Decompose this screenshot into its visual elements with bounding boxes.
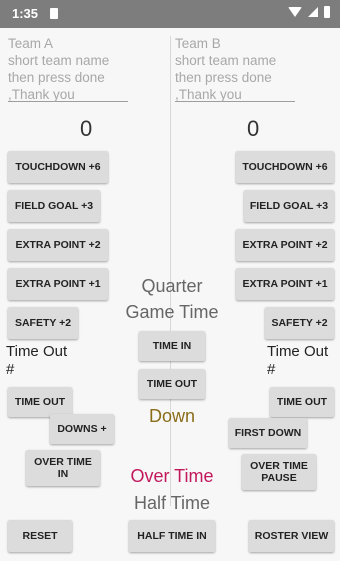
team-b-touchdown-button[interactable]: TOUCHDOWN +6: [236, 151, 334, 183]
team-a-time-out-button[interactable]: TIME OUT: [8, 387, 72, 417]
game-time-label: Game Time: [125, 302, 219, 322]
team-b-name-field[interactable]: Team B short team name then press done ,…: [175, 35, 295, 102]
wifi-icon: [288, 7, 302, 17]
status-time: 1:35: [12, 6, 39, 21]
team-a-extra-point-1-button[interactable]: EXTRA POINT +1: [8, 268, 108, 300]
down-label: Down: [148, 406, 196, 426]
team-a-safety-button[interactable]: SAFETY +2: [8, 307, 78, 339]
team-b-safety-button[interactable]: SAFETY +2: [265, 307, 334, 339]
roster-view-button[interactable]: ROSTER VIEW: [249, 520, 334, 552]
team-b-field-goal-button[interactable]: FIELD GOAL +3: [244, 190, 334, 222]
team-a-field-goal-button[interactable]: FIELD GOAL +3: [8, 190, 100, 222]
signal-icon: [308, 7, 318, 17]
team-a-over-time-in-button[interactable]: OVER TIME IN: [26, 450, 100, 486]
center-time-out-button[interactable]: TIME OUT: [139, 369, 205, 399]
status-icons: [288, 6, 330, 18]
team-b-extra-point-1-button[interactable]: EXTRA POINT +1: [236, 268, 334, 300]
team-b-score: 0: [247, 116, 260, 141]
center-divider: [170, 36, 171, 506]
team-b-over-time-pause-button[interactable]: OVER TIME PAUSE: [242, 454, 316, 490]
battery-icon: [324, 6, 330, 18]
team-a-name-field[interactable]: Team A short team name then press done ,…: [8, 35, 128, 102]
time-in-button[interactable]: TIME IN: [139, 331, 205, 361]
quarter-label: Quarter: [141, 276, 203, 296]
team-b-extra-point-2-button[interactable]: EXTRA POINT +2: [236, 229, 334, 261]
team-a-time-out-label: Time Out #: [6, 343, 68, 378]
reset-button[interactable]: RESET: [8, 520, 72, 552]
team-a-extra-point-2-button[interactable]: EXTRA POINT +2: [8, 229, 108, 261]
team-b-time-out-button[interactable]: TIME OUT: [270, 387, 334, 417]
team-a-score: 0: [80, 116, 93, 141]
over-time-label: Over Time: [130, 466, 214, 486]
half-time-in-button[interactable]: HALF TIME IN: [129, 520, 215, 552]
team-b-time-out-label: Time Out #: [267, 343, 329, 378]
half-time-label: Half Time: [133, 493, 211, 513]
sd-card-icon: [50, 8, 58, 19]
team-a-touchdown-button[interactable]: TOUCHDOWN +6: [8, 151, 108, 183]
status-bar: 1:35: [0, 0, 340, 28]
